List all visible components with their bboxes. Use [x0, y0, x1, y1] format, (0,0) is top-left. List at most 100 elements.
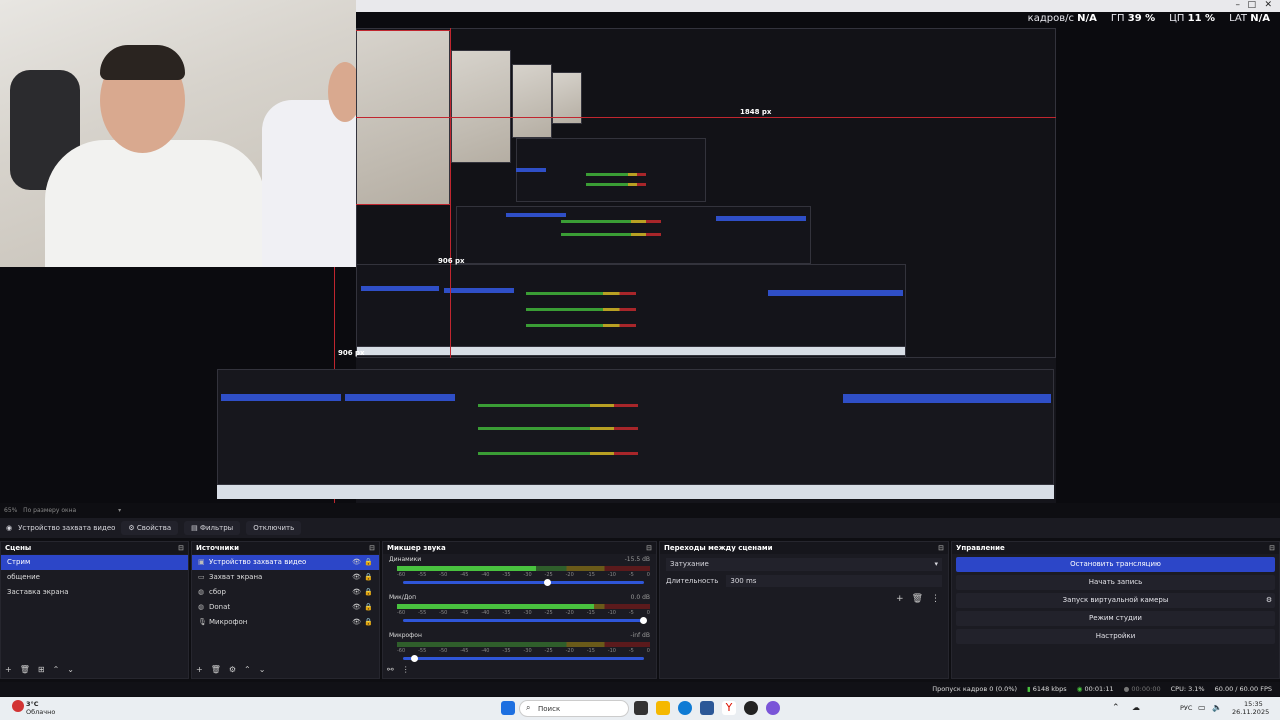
bitrate-indicator: ▮ 6148 kbps [1027, 685, 1067, 693]
source-item[interactable]: ◍ сбор 👁 🔒 [192, 585, 379, 600]
source-item[interactable]: ▭ Захват экрана 👁 🔒 [192, 570, 379, 585]
trash-icon[interactable]: 🗑 [20, 665, 30, 674]
eye-icon[interactable]: 👁 [352, 570, 361, 585]
nested-selection [345, 394, 455, 401]
properties-button[interactable]: ⚙ Свойства [121, 521, 179, 535]
weather-icon[interactable] [12, 700, 24, 712]
windows-start-icon[interactable] [501, 701, 515, 715]
current-source-label: Устройство захвата видео [18, 524, 116, 532]
gear-icon[interactable]: ⚙ [229, 665, 236, 674]
gear-icon[interactable]: ⚙ [1261, 593, 1277, 608]
eye-icon[interactable]: 👁 [352, 585, 361, 600]
fps-status: 60.00 / 60.00 FPS [1214, 685, 1272, 693]
arrow-down-icon[interactable]: ⌄ [259, 665, 266, 674]
minimize-icon[interactable]: – [1236, 0, 1241, 10]
fader-knob[interactable] [411, 655, 419, 662]
maximize-icon[interactable]: □ [1247, 0, 1256, 10]
language-indicator[interactable]: РУС [1180, 704, 1192, 712]
eye-icon[interactable]: 👁 [352, 600, 361, 615]
source-label: сбор [209, 588, 226, 596]
settings-button[interactable]: Настройки [956, 629, 1275, 644]
menu-dots-icon[interactable]: ⋮ [931, 594, 940, 604]
transition-select[interactable]: Затухание ▾ [666, 558, 942, 571]
tick-label: -10 [607, 572, 616, 578]
dock-menu-icon[interactable]: ⊟ [178, 542, 184, 554]
folder-icon[interactable] [656, 701, 670, 715]
eye-icon[interactable]: 👁 [352, 555, 361, 570]
chevron-up-icon[interactable]: ⌃ [1112, 703, 1120, 713]
chevron-down-icon[interactable]: ▾ [118, 507, 121, 514]
close-icon[interactable]: ✕ [1264, 0, 1272, 10]
filter-icon[interactable]: ⊞ [38, 665, 45, 674]
dock-menu-icon[interactable]: ⊟ [646, 542, 652, 554]
add-icon[interactable]: + [896, 594, 904, 604]
discord-icon[interactable] [766, 701, 780, 715]
add-icon[interactable]: + [196, 665, 203, 674]
filters-button[interactable]: ▤ Фильтры [184, 521, 241, 535]
tick-label: -20 [565, 572, 574, 578]
controls-dock: Управление ⊟ Остановить трансляцию Начать… [951, 541, 1280, 679]
disable-button[interactable]: Отключить [246, 521, 302, 535]
tick-label: -30 [523, 648, 532, 654]
arrow-down-icon[interactable]: ⌄ [67, 665, 74, 674]
source-item[interactable]: 🎙 Микрофон 👁 🔒 [192, 615, 379, 630]
transition-selected: Затухание [670, 560, 709, 568]
lock-icon[interactable]: 🔒 [364, 555, 373, 570]
arrow-up-icon[interactable]: ⌃ [53, 665, 60, 674]
tick-label: -15 [586, 572, 595, 578]
fader-knob[interactable] [543, 579, 551, 586]
source-item[interactable]: ◍ Donat 👁 🔒 [192, 600, 379, 615]
onedrive-icon[interactable]: ☁ [1132, 703, 1140, 712]
arrow-up-icon[interactable]: ⌃ [244, 665, 251, 674]
dock-menu-icon[interactable]: ⊟ [938, 542, 944, 554]
lock-icon[interactable]: 🔒 [364, 600, 373, 615]
link-icon[interactable]: ⚯ [387, 665, 394, 674]
trash-icon[interactable]: 🗑 [912, 594, 923, 604]
nested-meter [586, 173, 646, 176]
menu-dots-icon[interactable]: ⋮ [402, 665, 410, 674]
clock-date[interactable]: 26.11.2025 [1232, 708, 1269, 716]
volume-fader[interactable] [403, 579, 644, 586]
lock-icon[interactable]: 🔒 [364, 585, 373, 600]
tick-label: -50 [439, 610, 448, 616]
guide-line [356, 204, 450, 205]
duration-input[interactable]: 300 ms [726, 575, 942, 587]
stream-time: 00:01:11 [1084, 685, 1114, 693]
volume-meter [397, 604, 650, 609]
store-icon[interactable] [700, 701, 714, 715]
scene-item[interactable]: Стрим [1, 555, 188, 570]
dock-menu-icon[interactable]: ⊟ [369, 542, 375, 554]
scene-item[interactable]: Заставка экрана [1, 585, 188, 600]
fader-knob[interactable] [640, 617, 647, 624]
add-icon[interactable]: + [5, 665, 12, 674]
zoom-level[interactable]: 65% [4, 507, 17, 514]
yandex-icon[interactable]: Y [722, 701, 736, 715]
eye-icon[interactable]: 👁 [352, 615, 361, 630]
audio-mixer-dock: Микшер звука ⊟ Динамики -15.5 dB -60 -55 -50-… [382, 541, 657, 679]
task-view-icon[interactable] [634, 701, 648, 715]
volume-fader[interactable] [403, 655, 644, 662]
trash-icon[interactable]: 🗑 [211, 665, 221, 674]
network-icon[interactable]: ▭ [1198, 703, 1206, 712]
lock-icon[interactable]: 🔒 [364, 570, 373, 585]
studio-mode-button[interactable]: Режим студии [956, 611, 1275, 626]
search-box[interactable]: ⌕ Поиск [519, 700, 629, 717]
start-recording-button[interactable]: Начать запись [956, 575, 1275, 590]
dock-menu-icon[interactable]: ⊟ [1269, 542, 1275, 554]
lock-icon[interactable]: 🔒 [364, 615, 373, 630]
virtual-camera-button[interactable]: Запуск виртуальной камеры ⚙ [956, 593, 1275, 608]
clock-time[interactable]: 15:35 [1244, 700, 1263, 708]
scene-item[interactable]: общение [1, 570, 188, 585]
program-preview[interactable]: – □ ✕ кадров/с N/A ГП 39 % ЦП 11 % LAT N… [0, 0, 1280, 503]
obs-icon[interactable] [744, 701, 758, 715]
edge-icon[interactable] [678, 701, 692, 715]
volume-icon[interactable]: 🔈 [1212, 703, 1222, 712]
stop-stream-button[interactable]: Остановить трансляцию [956, 557, 1275, 572]
volume-fader[interactable] [403, 617, 647, 624]
fps-value: N/A [1077, 13, 1097, 24]
source-toolbar: ◉ Устройство захвата видео ⚙ Свойства ▤ … [0, 518, 1280, 538]
zoom-mode[interactable]: По размеру окна [23, 507, 76, 514]
source-label: Захват экрана [209, 573, 263, 581]
nested-taskbar-copy [217, 485, 1054, 499]
source-item[interactable]: ▣ Устройство захвата видео 👁 🔒 [192, 555, 379, 570]
